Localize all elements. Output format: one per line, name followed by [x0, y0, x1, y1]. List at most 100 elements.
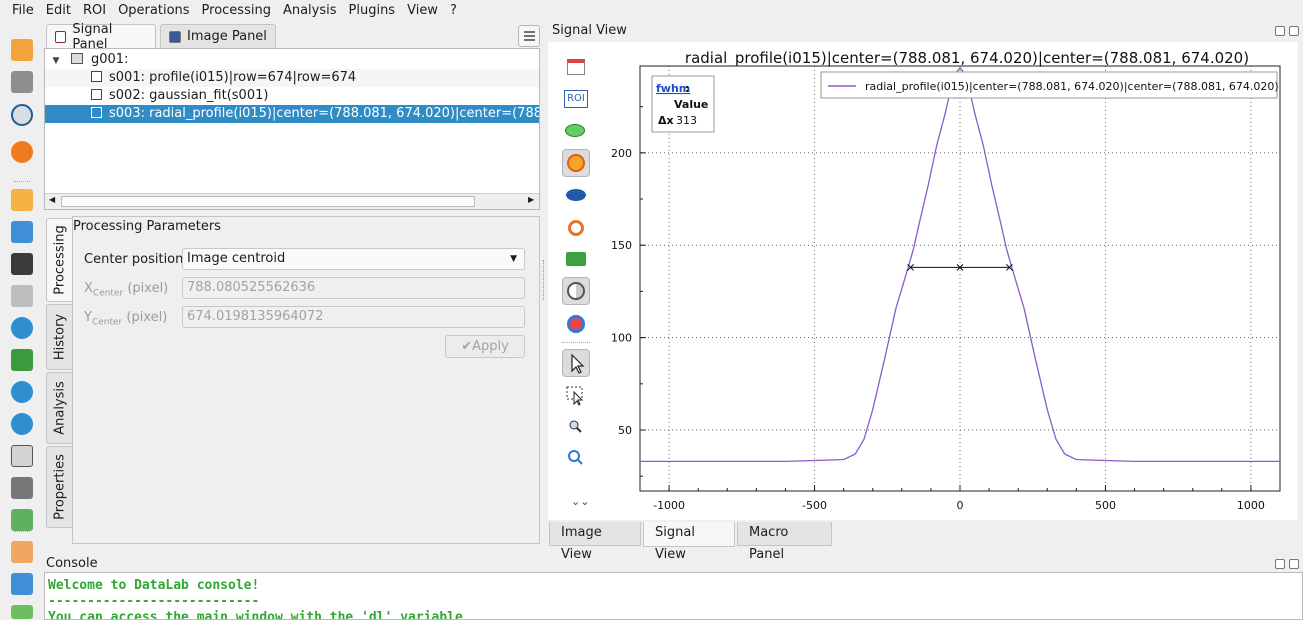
distribute-icon[interactable] [11, 349, 33, 371]
fwhm-header: Value [674, 98, 708, 111]
menubar: File Edit ROI Operations Processing Anal… [0, 0, 1303, 21]
close-dock-button[interactable] [1289, 26, 1299, 36]
tab-image-panel[interactable]: Image Panel [160, 24, 276, 48]
duplicate-icon[interactable] [11, 285, 33, 307]
tree-item-s002[interactable]: s002: gaussian_fit(s001) [45, 87, 539, 105]
signal-icon [55, 30, 67, 43]
tab-history[interactable]: History [46, 304, 72, 370]
center-position-select[interactable]: Image centroid ▼ [182, 248, 525, 270]
y-tick-label: 150 [611, 239, 632, 252]
metadata-icon[interactable] [11, 509, 33, 531]
fwhm-label-box[interactable]: fwhm : Value Δx 313 [651, 75, 715, 133]
import-icon[interactable] [11, 221, 33, 243]
fwhm-marker[interactable] [907, 264, 1013, 271]
chart-ticks: -1000 -500 0 500 1000 50 100 150 200 [611, 106, 1265, 512]
tab-properties-label: Properties [52, 454, 67, 520]
ycenter-label: YCenter (pixel) [84, 310, 167, 328]
float-dock-button[interactable] [1275, 26, 1285, 36]
tab-analysis-label: Analysis [52, 381, 67, 435]
tab-processing-label: Processing [52, 225, 67, 295]
image-icon [169, 30, 181, 43]
y-tick-label: 50 [618, 424, 632, 437]
x-tick-label: 0 [957, 499, 964, 512]
splitter-handle[interactable] [543, 260, 546, 300]
new-hdf5-icon[interactable] [11, 39, 33, 61]
tree-item-label: s001: profile(i015)|row=674|row=674 [109, 70, 357, 85]
xcenter-label-unit: (pixel) [127, 281, 169, 296]
move-down-icon[interactable] [11, 413, 33, 435]
horizontal-scrollbar[interactable]: ◀ ▶ [45, 193, 539, 209]
ycenter-field: 674.0198135964072 [182, 306, 525, 328]
y-tick-label: 100 [611, 332, 632, 345]
delete-icon[interactable] [11, 477, 33, 499]
tree-group[interactable]: ▼ g001: [45, 51, 539, 69]
menu-edit[interactable]: Edit [40, 0, 77, 21]
xcenter-label-main: X [84, 281, 93, 296]
tab-properties[interactable]: Properties [46, 446, 72, 528]
scroll-right-icon[interactable]: ▶ [528, 195, 534, 204]
menu-roi[interactable]: ROI [77, 0, 112, 21]
menu-operations[interactable]: Operations [112, 0, 195, 21]
signal-view-dock-title: Signal View [552, 23, 627, 38]
plugin-icon[interactable] [11, 605, 33, 619]
center-position-value: Image centroid [187, 251, 286, 266]
open-signal-icon[interactable] [11, 189, 33, 211]
y-tick-label: 200 [611, 147, 632, 160]
apply-label: Apply [472, 339, 509, 354]
xcenter-label-sub: Center [92, 288, 124, 299]
expand-arrow-icon[interactable]: ▼ [45, 52, 67, 69]
refresh-icon[interactable] [11, 317, 33, 339]
menu-file[interactable]: File [6, 0, 40, 21]
tab-history-label: History [52, 313, 67, 361]
menu-plugins[interactable]: Plugins [343, 0, 402, 21]
tree-item-s001[interactable]: s001: profile(i015)|row=674|row=674 [45, 69, 539, 87]
center-position-label: Center position [84, 252, 184, 267]
signal-tree[interactable]: ▼ g001: s001: profile(i015)|row=674|row=6… [44, 48, 540, 210]
legend-label: radial_profile(i015)|center=(788.081, 67… [865, 80, 1279, 93]
signal-icon [91, 71, 102, 82]
menu-processing[interactable]: Processing [196, 0, 277, 21]
save-hdf5-icon[interactable] [11, 71, 33, 93]
tab-signal-view[interactable]: Signal View [643, 522, 735, 562]
browse-hdf5-icon[interactable] [11, 104, 33, 126]
menu-view[interactable]: View [401, 0, 444, 21]
xcenter-label: XCenter (pixel) [84, 281, 168, 299]
tree-item-s003[interactable]: s003: radial_profile(i015)|center=(788.0… [45, 105, 539, 123]
chart-legend[interactable]: radial_profile(i015)|center=(788.081, 67… [820, 71, 1279, 99]
signal-plot[interactable]: radial_profile(i015)|center=(788.081, 67… [548, 42, 1298, 520]
menu-analysis[interactable]: Analysis [277, 0, 343, 21]
tab-analysis[interactable]: Analysis [46, 372, 72, 444]
annotations-icon[interactable] [11, 541, 33, 563]
scrollbar-thumb[interactable] [61, 196, 475, 207]
scroll-left-icon[interactable]: ◀ [49, 195, 55, 204]
tab-macro-panel-label: Macro Panel [749, 525, 789, 562]
tab-image-view[interactable]: Image View [549, 522, 641, 562]
ycenter-value: 674.0198135964072 [187, 309, 324, 324]
tab-macro-panel[interactable]: Macro Panel [737, 522, 832, 562]
xcenter-field: 788.080525562636 [182, 277, 525, 299]
tab-processing[interactable]: Processing [46, 218, 72, 302]
console-output[interactable]: Welcome to DataLab console! -------------… [44, 572, 1303, 620]
save-signal-icon[interactable] [11, 253, 33, 275]
chart-title: radial_profile(i015)|center=(788.081, 67… [685, 49, 1249, 68]
apply-button[interactable]: ✔Apply [445, 335, 525, 358]
copy-icon[interactable] [11, 445, 33, 467]
float-console-button[interactable] [1275, 559, 1285, 569]
close-console-button[interactable] [1289, 559, 1299, 569]
chevron-down-icon: ▼ [510, 254, 517, 264]
menu-help[interactable]: ? [444, 0, 463, 21]
processing-parameters-panel: Processing Parameters Center position Im… [72, 216, 540, 544]
x-tick-label: -1000 [653, 499, 685, 512]
tab-signal-panel-label: Signal Panel [72, 21, 113, 52]
console-line: Welcome to DataLab console! [48, 578, 260, 593]
console-line: --------------------------- [48, 594, 260, 609]
settings-icon[interactable] [11, 141, 33, 163]
xcenter-value: 788.080525562636 [187, 280, 316, 295]
fwhm-colon: : [685, 82, 689, 95]
properties-icon[interactable] [11, 573, 33, 595]
list-menu-button[interactable] [518, 25, 540, 47]
console-line: You can access the main window with the … [48, 610, 463, 620]
tab-signal-view-label: Signal View [655, 525, 695, 562]
tab-signal-panel[interactable]: Signal Panel [46, 22, 156, 52]
move-up-icon[interactable] [11, 381, 33, 403]
